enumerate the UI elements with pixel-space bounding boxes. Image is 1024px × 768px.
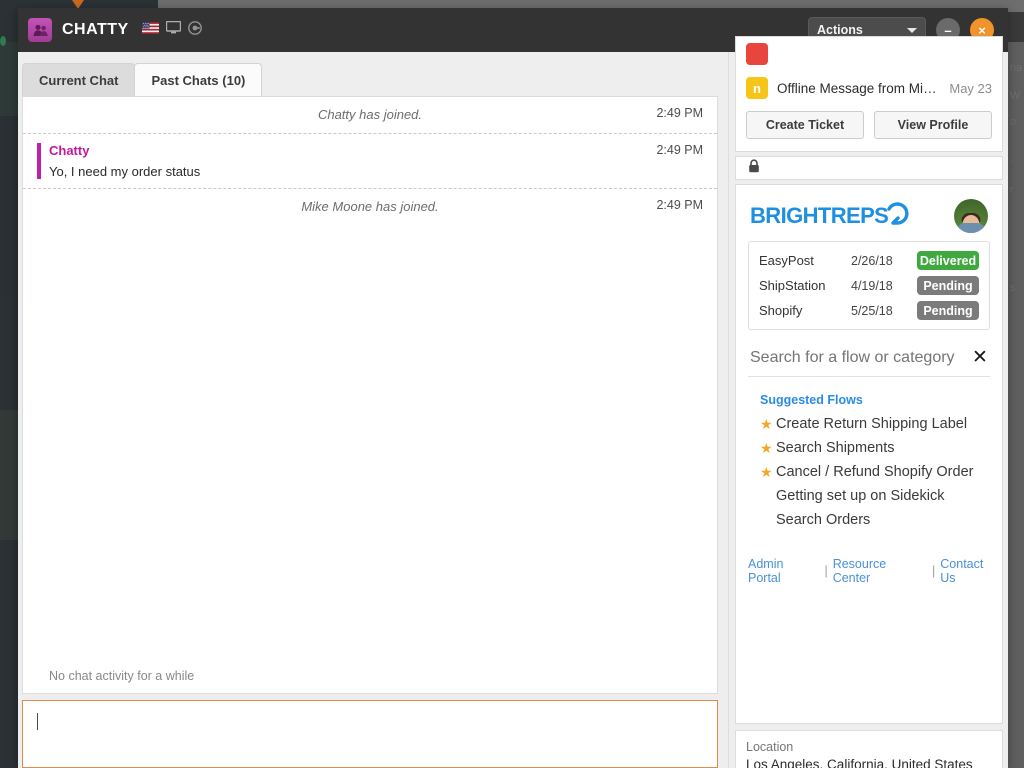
notification-actions: Create Ticket View Profile bbox=[736, 105, 1002, 149]
flow-label: Search Shipments bbox=[776, 440, 894, 456]
bg-ghost-text: W bbox=[1010, 90, 1020, 102]
chat-input[interactable] bbox=[22, 700, 718, 768]
star-icon: ★ bbox=[760, 416, 776, 433]
app-title: CHATTY bbox=[62, 21, 129, 39]
flow-list-item[interactable]: ★ Create Return Shipping Label bbox=[760, 413, 1002, 435]
chat-transcript[interactable]: Chatty has joined. 2:49 PM Chatty Yo, I … bbox=[22, 96, 718, 694]
lock-icon bbox=[748, 159, 760, 178]
flow-list-item[interactable]: ★ Getting set up on Sidekick bbox=[760, 485, 1002, 507]
chat-message: Chatty Yo, I need my order status 2:49 P… bbox=[23, 134, 717, 189]
star-icon: ★ bbox=[760, 440, 776, 457]
user-photo-avatar bbox=[954, 199, 988, 233]
brightreps-header: BRIGHTREPS bbox=[736, 185, 1002, 241]
chat-tabs: Current Chat Past Chats (10) bbox=[18, 63, 262, 97]
flow-label: Cancel / Refund Shopify Order bbox=[776, 464, 973, 480]
link-divider: | bbox=[932, 564, 935, 578]
bg-ghost-text: r bbox=[1010, 184, 1014, 196]
bg-ghost-text: o bbox=[1010, 116, 1016, 128]
chat-idle-notice: No chat activity for a while bbox=[23, 661, 717, 693]
us-flag-icon[interactable] bbox=[142, 21, 159, 39]
flow-label: Getting set up on Sidekick bbox=[776, 488, 944, 504]
desktop-left-column bbox=[0, 0, 18, 768]
close-x-icon[interactable]: ✕ bbox=[970, 348, 990, 368]
status-badge: Pending bbox=[917, 276, 979, 295]
titlebar-icon-group bbox=[142, 21, 202, 40]
flow-list-item[interactable]: ★ Search Shipments bbox=[760, 437, 1002, 459]
visitor-info-card: Location Los Angeles, California, United… bbox=[735, 730, 1003, 768]
notification-date: May 23 bbox=[949, 81, 992, 96]
chevron-down-icon bbox=[907, 28, 917, 33]
system-message-text: Mike Moone has joined. bbox=[301, 199, 438, 214]
desktop-monitor-icon[interactable] bbox=[166, 21, 181, 39]
contact-us-link[interactable]: Contact Us bbox=[940, 557, 1002, 585]
info-pane: n Offline Message from Mike … May 23 Cre… bbox=[728, 52, 1008, 768]
bg-ghost-text: ha bbox=[1010, 62, 1022, 74]
widget-footer-links: Admin Portal | Resource Center | Contact… bbox=[748, 557, 1002, 585]
integration-date: 2/26/18 bbox=[851, 254, 917, 268]
chat-system-message: Chatty has joined. 2:49 PM bbox=[23, 97, 717, 134]
bg-ghost-text: s bbox=[1010, 282, 1016, 294]
actions-dropdown-label: Actions bbox=[817, 23, 863, 37]
message-timestamp: 2:49 PM bbox=[656, 143, 703, 157]
notification-badge-icon: n bbox=[746, 77, 768, 99]
flow-label: Create Return Shipping Label bbox=[776, 416, 967, 432]
view-profile-button[interactable]: View Profile bbox=[874, 111, 992, 139]
flow-search-bar: ✕ bbox=[748, 342, 990, 377]
admin-portal-link[interactable]: Admin Portal bbox=[748, 557, 819, 585]
desktop-green-dot bbox=[0, 36, 6, 46]
notification-item[interactable] bbox=[736, 37, 1002, 71]
notification-text: Offline Message from Mike … bbox=[777, 81, 940, 96]
message-author: Chatty bbox=[49, 143, 703, 158]
system-message-text: Chatty has joined. bbox=[318, 107, 422, 122]
chat-pane: Current Chat Past Chats (10) Chatty has … bbox=[18, 52, 728, 768]
link-divider: | bbox=[824, 564, 827, 578]
desktop-right-column: ha W o : r s bbox=[1008, 12, 1024, 768]
flow-list-item[interactable]: ★ Cancel / Refund Shopify Order bbox=[760, 461, 1002, 483]
chat-system-message: Mike Moone has joined. 2:49 PM bbox=[23, 189, 717, 225]
message-timestamp: 2:49 PM bbox=[656, 198, 703, 212]
resource-center-link[interactable]: Resource Center bbox=[833, 557, 927, 585]
flow-list-item[interactable]: ★ Search Orders bbox=[760, 509, 1002, 531]
flow-search-input[interactable] bbox=[748, 348, 964, 368]
record-circle-icon[interactable] bbox=[188, 21, 202, 40]
table-row: Shopify 5/25/18 Pending bbox=[757, 298, 981, 323]
status-badge: Delivered bbox=[917, 251, 979, 270]
location-value: Los Angeles, California, United States bbox=[746, 757, 1002, 768]
integration-name: EasyPost bbox=[759, 253, 851, 268]
notifications-card: n Offline Message from Mike … May 23 Cre… bbox=[735, 36, 1003, 152]
location-label: Location bbox=[746, 740, 1002, 754]
table-row: EasyPost 2/26/18 Delivered bbox=[757, 248, 981, 273]
integration-date: 4/19/18 bbox=[851, 279, 917, 293]
status-badge: Pending bbox=[917, 301, 979, 320]
chatty-window: CHATTY bbox=[18, 8, 1008, 768]
message-text: Yo, I need my order status bbox=[49, 164, 703, 179]
agent-message-body: Chatty Yo, I need my order status bbox=[37, 143, 703, 179]
bg-ghost-text: : bbox=[1010, 152, 1013, 164]
text-caret bbox=[37, 713, 38, 730]
notification-item[interactable]: n Offline Message from Mike … May 23 bbox=[736, 71, 1002, 105]
integration-name: Shopify bbox=[759, 303, 851, 318]
brightreps-wordmark: BRIGHTREPS bbox=[750, 203, 888, 229]
star-icon-empty: ★ bbox=[760, 512, 776, 529]
tab-current-chat[interactable]: Current Chat bbox=[22, 63, 135, 96]
brightreps-logo: BRIGHTREPS bbox=[750, 201, 911, 232]
flow-label: Search Orders bbox=[776, 512, 870, 528]
window-content: Current Chat Past Chats (10) Chatty has … bbox=[18, 52, 1008, 768]
create-ticket-button[interactable]: Create Ticket bbox=[746, 111, 864, 139]
notification-badge-icon bbox=[746, 43, 768, 65]
star-icon-empty: ★ bbox=[760, 488, 776, 505]
integration-status-table: EasyPost 2/26/18 Delivered ShipStation 4… bbox=[748, 241, 990, 330]
integration-date: 5/25/18 bbox=[851, 304, 917, 318]
table-row: ShipStation 4/19/18 Pending bbox=[757, 273, 981, 298]
secure-bar bbox=[735, 156, 1003, 180]
swoosh-circle-icon bbox=[885, 201, 911, 232]
person-avatar-icon bbox=[28, 18, 52, 42]
tab-past-chats[interactable]: Past Chats (10) bbox=[134, 63, 262, 96]
desktop-right-top-sliver bbox=[1008, 12, 1024, 42]
star-icon: ★ bbox=[760, 464, 776, 481]
brightreps-widget: BRIGHTREPS EasyPost 2/26/18 bbox=[735, 184, 1003, 724]
integration-name: ShipStation bbox=[759, 278, 851, 293]
suggested-flows-heading: Suggested Flows bbox=[760, 393, 1002, 407]
message-timestamp: 2:49 PM bbox=[656, 106, 703, 120]
